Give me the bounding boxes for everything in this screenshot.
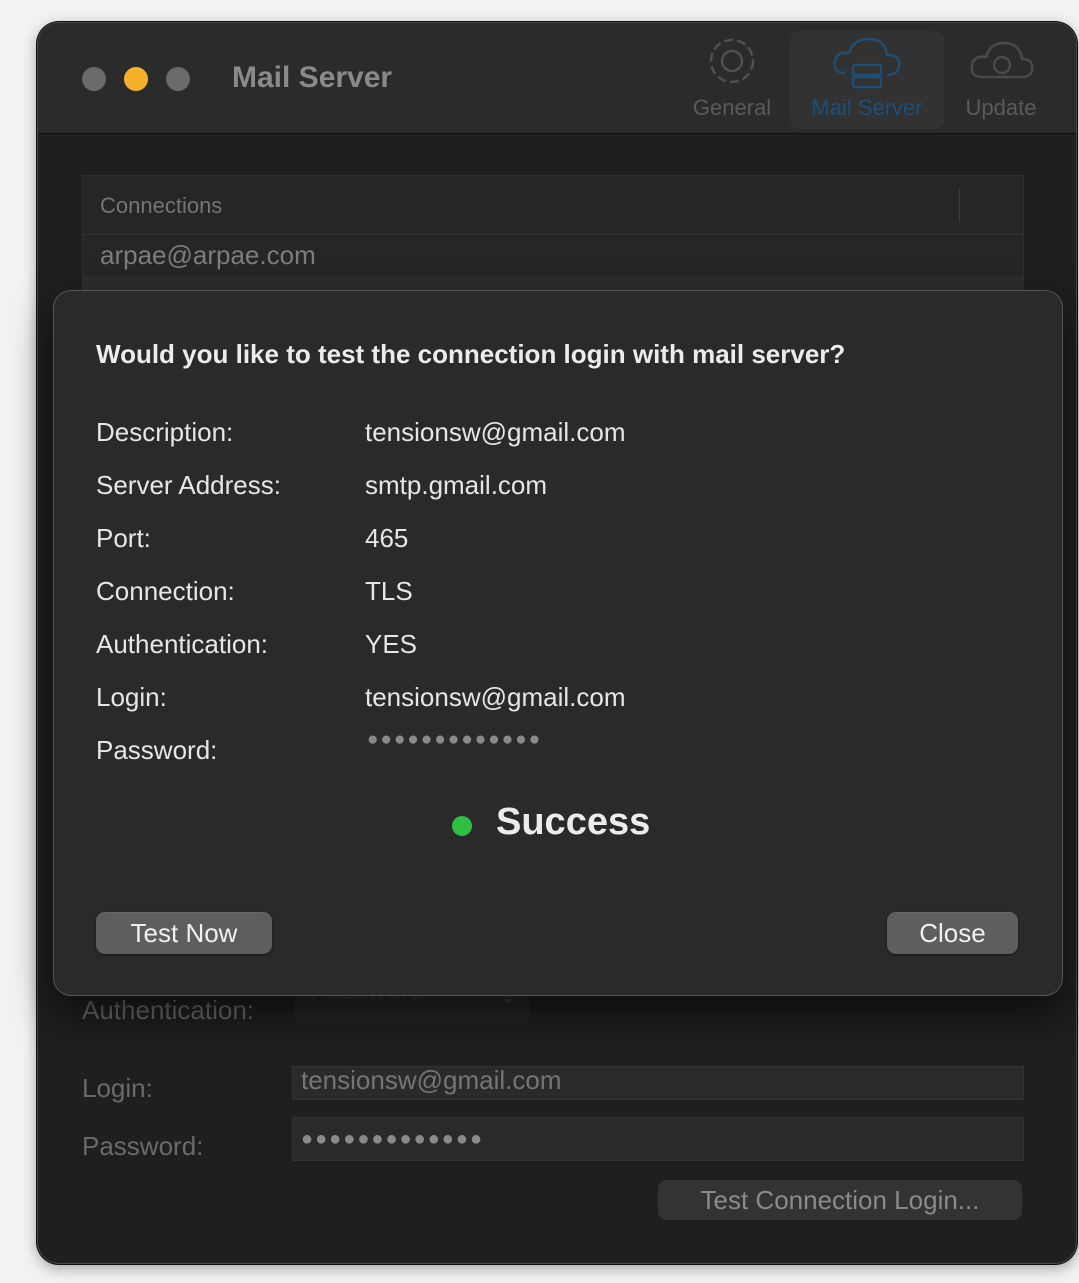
toolbar-update[interactable]: Update [956,31,1046,129]
cloud-sync-icon [970,41,1034,79]
column-divider [959,188,960,222]
password-field[interactable]: ●●●●●●●●●●●●● [292,1117,1024,1161]
login-label: Login: [96,682,167,712]
toolbar-mail-server-label: Mail Server [811,95,923,120]
status-text: Success [496,801,651,843]
close-button[interactable]: Close [887,912,1018,954]
connections-column-header: Connections [100,193,223,218]
title-bar: Mail Server General Mail Server Update [38,23,1076,134]
description-label: Description: [96,417,234,447]
password-label: Password: [82,1131,204,1161]
port-value: 465 [365,523,409,553]
test-connection-login-button[interactable]: Test Connection Login... [658,1180,1022,1220]
gear-icon [709,38,755,84]
test-connection-sheet: Would you like to test the connection lo… [53,290,1063,996]
authentication-label: Authentication: [96,629,269,659]
login-label: Login: [82,1073,153,1103]
authentication-value: YES [365,629,418,659]
toolbar-general-label: General [692,95,772,120]
server-address-value: smtp.gmail.com [365,470,548,500]
description-value: tensionsw@gmail.com [365,417,626,447]
table-row[interactable]: arpae@arpae.com [100,240,316,271]
zoom-window-button[interactable] [166,67,190,91]
password-field-value: ●●●●●●●●●●●●● [301,1128,485,1150]
login-value: tensionsw@gmail.com [365,682,626,712]
server-address-label: Server Address: [96,470,281,500]
toolbar-general[interactable]: General [682,31,782,129]
password-label: Password: [96,735,218,765]
toolbar-update-label: Update [965,95,1037,120]
minimize-window-button[interactable] [124,67,148,91]
login-field[interactable]: tensionsw@gmail.com [292,1065,1024,1100]
password-value: ●●●●●●●●●●●●● [367,729,543,750]
status-dot-icon [452,816,472,836]
sheet-question: Would you like to test the connection lo… [96,339,846,369]
toolbar-mail-server[interactable]: Mail Server [790,31,944,129]
authentication-label: Authentication: [82,995,255,1025]
port-label: Port: [96,523,151,553]
connection-value: TLS [365,576,413,606]
close-window-button[interactable] [82,67,106,91]
connections-header[interactable]: Connections [83,176,1023,235]
connections-table: Connections arpae@arpae.com [82,175,1024,295]
login-field-value: tensionsw@gmail.com [301,1065,562,1095]
test-now-button[interactable]: Test Now [96,912,272,954]
window-title: Mail Server [232,61,393,94]
connection-label: Connection: [96,576,235,606]
cloud-server-icon [833,37,901,89]
